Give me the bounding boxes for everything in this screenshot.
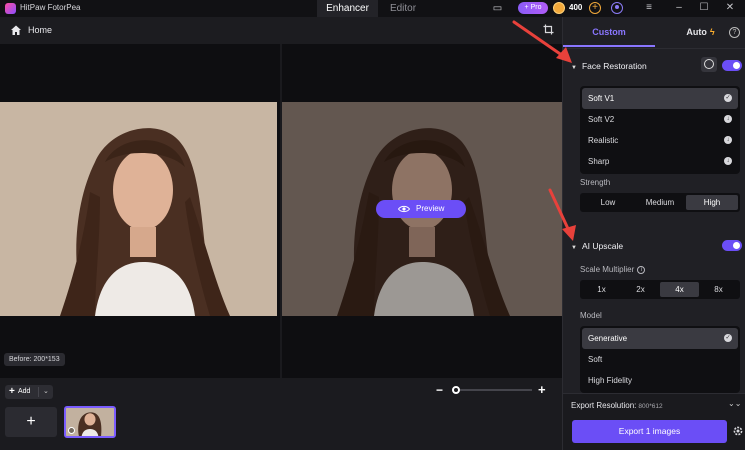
add-coins-icon[interactable]: + [589, 2, 601, 14]
caret-down-icon: ▼ [571, 65, 577, 71]
scale-8x[interactable]: 8x [699, 282, 738, 297]
scale-4x[interactable]: 4x [660, 282, 699, 297]
preview-button[interactable]: Preview [376, 200, 466, 218]
face-model-label: Soft V2 [588, 115, 615, 124]
face-model-label: Realistic [588, 136, 619, 145]
scale-2x[interactable]: 2x [621, 282, 660, 297]
upscale-model-label: Soft [588, 355, 603, 364]
home-icon[interactable] [10, 24, 22, 36]
info-icon[interactable]: i [637, 265, 646, 274]
bolt-icon: ϟ [709, 27, 715, 37]
face-icon [704, 59, 714, 69]
upscale-model-high-fidelity[interactable]: High Fidelity [582, 370, 738, 391]
scale-selector: 1x 2x 4x 8x [580, 280, 740, 299]
add-separator [38, 387, 39, 397]
export-button[interactable]: Export 1 images [572, 420, 727, 443]
image-canvas[interactable]: Preview Before: 200*153 [0, 44, 562, 378]
zoom-slider[interactable] [452, 389, 532, 391]
minimize-icon[interactable]: – [672, 1, 686, 15]
add-image-tile[interactable]: + [5, 407, 57, 437]
model-label: Model [580, 311, 602, 320]
check-icon: ✓ [724, 334, 732, 342]
home-bar: Home [0, 17, 562, 44]
face-model-realistic[interactable]: Realistic ↓ [582, 130, 738, 151]
face-restoration-header[interactable]: ▼ Face Restoration [571, 61, 647, 71]
before-size-badge: Before: 200*153 [4, 353, 65, 366]
download-icon: ↓ [724, 115, 732, 123]
face-model-soft-v1[interactable]: Soft V1 ✓ [582, 88, 738, 109]
tab-auto-label: Auto [686, 27, 707, 37]
export-bar: Export Resolution: 800*612 ⌄⌄ Export 1 im… [563, 393, 745, 450]
face-model-soft-v2[interactable]: Soft V2 ↓ [582, 109, 738, 130]
caret-down-icon: ▼ [571, 245, 577, 251]
menu-icon[interactable]: ≡ [642, 1, 656, 15]
add-label: Add [18, 388, 31, 395]
image-tray: + Add ⌄ − + + [0, 378, 562, 450]
title-bar: HitPaw FotorPea Enhancer Editor ▭ + Pro … [0, 0, 745, 17]
tab-custom[interactable]: Custom [563, 17, 655, 47]
export-resolution[interactable]: Export Resolution: 800*612 [571, 401, 663, 410]
export-resolution-value: 800*612 [638, 403, 663, 410]
strength-label: Strength [580, 178, 611, 187]
scale-multiplier-text: Scale Multiplier [580, 265, 635, 274]
double-chevron-down-icon[interactable]: ⌄⌄ [728, 399, 741, 408]
panel-divider [563, 48, 745, 49]
ai-upscale-toggle[interactable] [722, 240, 742, 251]
face-model-sharp[interactable]: Sharp ↓ [582, 151, 738, 172]
strength-medium[interactable]: Medium [634, 195, 686, 210]
download-icon: ↓ [724, 157, 732, 165]
ai-upscale-title: AI Upscale [581, 241, 624, 251]
upscale-model-generative[interactable]: Generative ✓ [582, 328, 738, 349]
face-detect-button[interactable] [701, 57, 717, 72]
face-restoration-title: Face Restoration [581, 61, 647, 71]
user-icon[interactable] [611, 2, 623, 14]
zoom-slider-thumb[interactable] [452, 386, 460, 394]
before-image [0, 102, 277, 316]
face-restoration-toggle[interactable] [722, 60, 742, 71]
strength-selector: Low Medium High [580, 193, 740, 212]
upscale-model-label: Generative [588, 334, 628, 343]
scale-multiplier-label: Scale Multiplier i [580, 265, 646, 274]
face-model-list: Soft V1 ✓ Soft V2 ↓ Realistic ↓ Sharp ↓ [580, 86, 740, 174]
scale-1x[interactable]: 1x [582, 282, 621, 297]
face-model-label: Sharp [588, 157, 610, 166]
coin-icon [553, 2, 565, 14]
upscale-model-soft[interactable]: Soft [582, 349, 738, 370]
image-thumbnail[interactable] [64, 406, 116, 438]
face-model-label: Soft V1 [588, 94, 615, 103]
upscale-model-list: Generative ✓ Soft High Fidelity [580, 326, 740, 393]
preview-label: Preview [416, 204, 445, 213]
zoom-in-button[interactable]: + [538, 382, 546, 397]
message-icon[interactable]: ▭ [492, 3, 503, 14]
upscale-model-label: High Fidelity [588, 376, 633, 385]
zoom-out-button[interactable]: − [436, 383, 443, 397]
plus-icon: + [9, 386, 15, 397]
coin-count: 400 [569, 3, 583, 12]
check-icon: ✓ [724, 94, 732, 102]
thumbnail-status-icon [68, 427, 75, 434]
pro-badge[interactable]: + Pro [518, 2, 548, 14]
export-resolution-label: Export Resolution: [571, 401, 637, 410]
app-name: HitPaw FotorPea [20, 3, 81, 12]
crop-icon[interactable] [543, 24, 554, 35]
chevron-down-icon[interactable]: ⌄ [43, 387, 49, 395]
ai-upscale-header[interactable]: ▼ AI Upscale [571, 241, 623, 251]
strength-low[interactable]: Low [582, 195, 634, 210]
gear-icon[interactable] [732, 425, 744, 437]
close-icon[interactable]: ✕ [723, 1, 737, 15]
maximize-icon[interactable]: ☐ [697, 1, 711, 15]
tab-editor[interactable]: Editor [378, 0, 428, 17]
download-icon: ↓ [724, 136, 732, 144]
home-link[interactable]: Home [28, 25, 52, 35]
tab-enhancer[interactable]: Enhancer [317, 0, 378, 17]
add-button[interactable]: + Add ⌄ [5, 385, 53, 399]
eye-icon [398, 205, 410, 213]
help-icon[interactable]: ? [729, 27, 740, 38]
strength-high[interactable]: High [686, 195, 738, 210]
settings-panel: Custom Auto ϟ ? ▼ Face Restoration Soft V1… [562, 17, 745, 450]
app-logo-icon [5, 3, 16, 14]
